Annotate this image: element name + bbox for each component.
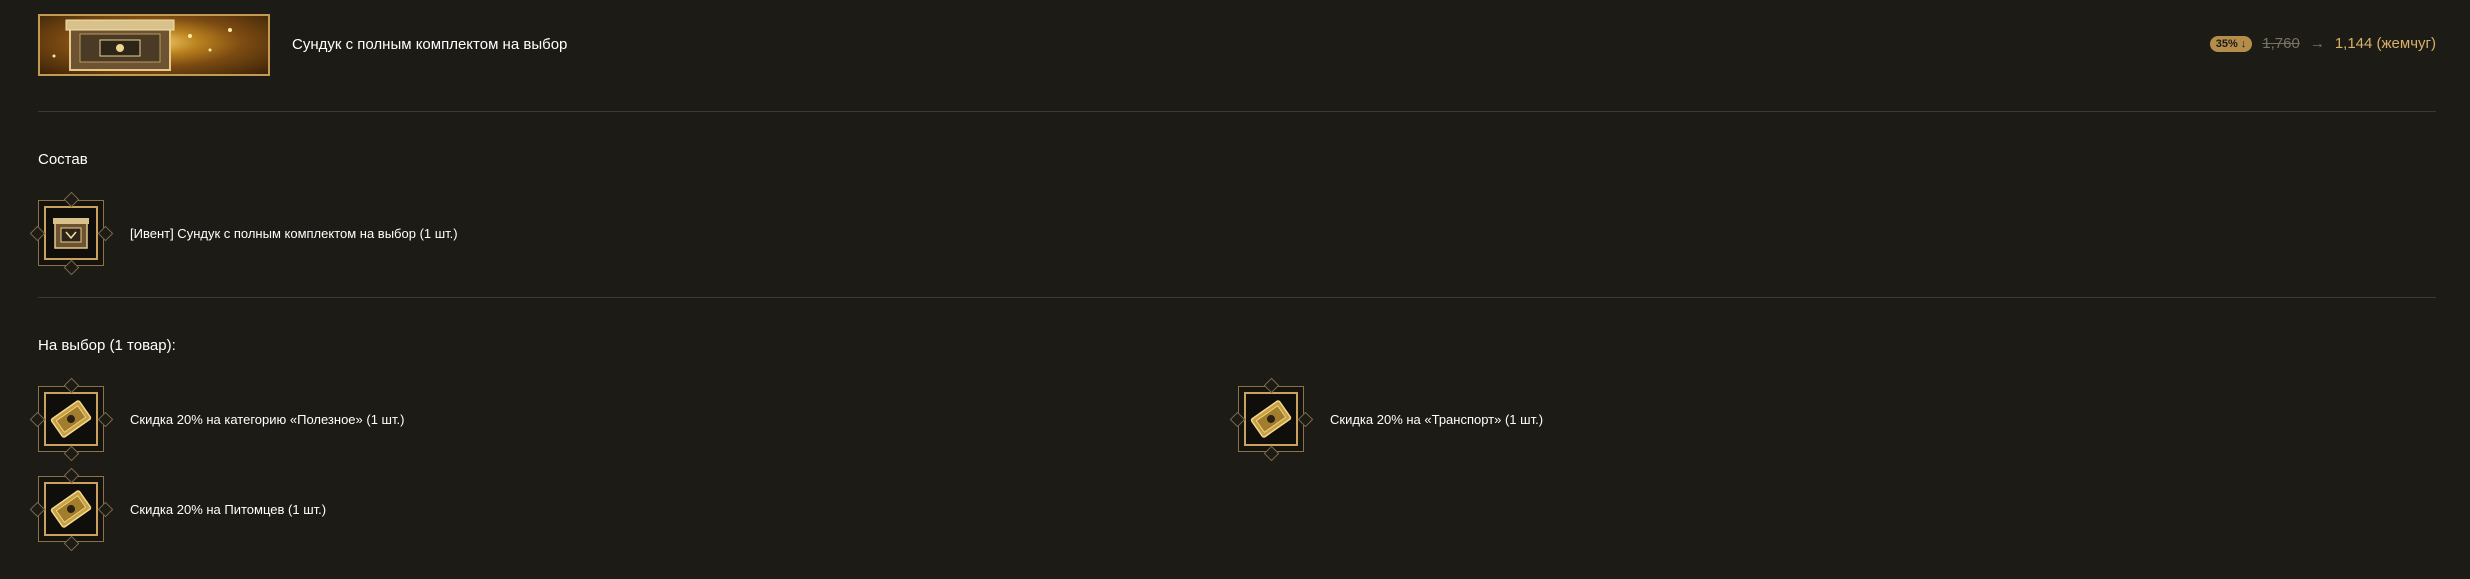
- item-slot: [29, 467, 114, 552]
- item-label: Скидка 20% на Питомцев (1 шт.): [130, 501, 327, 517]
- composition-item[interactable]: [Ивент] Сундук с полным комплектом на вы…: [29, 191, 458, 276]
- item-label: [Ивент] Сундук с полным комплектом на вы…: [130, 225, 458, 241]
- coupon-icon: [1250, 400, 1292, 438]
- treasure-chest-icon: [53, 218, 89, 249]
- item-slot: [1229, 377, 1314, 462]
- item-label: Скидка 20% на «Транспорт» (1 шт.): [1330, 411, 1544, 427]
- composition-title: Состав: [38, 151, 88, 168]
- product-title: Сундук с полным комплектом на выбор: [292, 36, 568, 53]
- coupon-icon: [50, 490, 92, 528]
- new-price: 1,144 (жемчуг): [2334, 35, 2436, 52]
- discount-badge: 35% ↓: [2209, 35, 2253, 52]
- divider: [38, 111, 2436, 112]
- choice-title: На выбор (1 товар):: [38, 337, 176, 354]
- price-arrow: →: [2309, 35, 2325, 52]
- choice-item[interactable]: Скидка 20% на категорию «Полезное» (1 шт…: [29, 377, 405, 462]
- old-price: 1,760: [2262, 35, 2300, 52]
- product-header: Сундук с полным комплектом на выбор 35% …: [38, 14, 2436, 80]
- coupon-icon: [50, 400, 92, 438]
- divider: [38, 297, 2436, 298]
- chest-banner-image: [38, 14, 270, 76]
- price-block: 35% ↓ 1,760 → 1,144 (жемчуг): [2209, 35, 2436, 52]
- choice-item[interactable]: Скидка 20% на «Транспорт» (1 шт.): [1229, 377, 1544, 462]
- item-slot: [29, 377, 114, 462]
- choice-item[interactable]: Скидка 20% на Питомцев (1 шт.): [29, 467, 327, 552]
- item-label: Скидка 20% на категорию «Полезное» (1 шт…: [130, 411, 405, 427]
- item-slot: [29, 191, 114, 276]
- treasure-chest-icon: [52, 19, 232, 71]
